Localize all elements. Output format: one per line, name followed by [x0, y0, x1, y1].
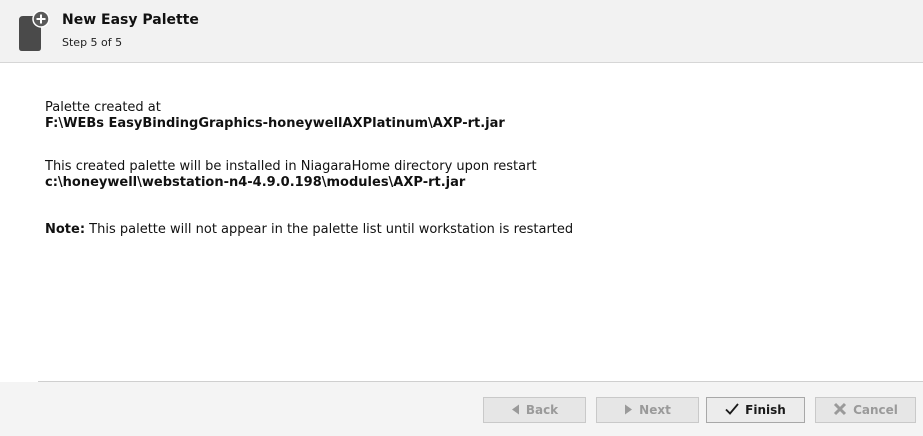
- restart-note: Note: This palette will not appear in th…: [45, 222, 905, 238]
- finish-button-label: Finish: [745, 403, 786, 417]
- finish-button[interactable]: Finish: [706, 397, 805, 423]
- install-label: This created palette will be installed i…: [45, 159, 537, 174]
- x-cancel-icon: [833, 402, 847, 418]
- wizard-footer: Back Next Finish Cancel: [0, 382, 923, 436]
- triangle-left-icon: [511, 404, 520, 417]
- note-text: This palette will not appear in the pale…: [85, 222, 574, 237]
- wizard-header: New Easy Palette Step 5 of 5: [0, 0, 923, 63]
- wizard-title: New Easy Palette: [62, 12, 199, 28]
- created-path: F:\WEBs EasyBindingGraphics-honeywellAXP…: [45, 116, 505, 131]
- next-button-label: Next: [639, 403, 671, 417]
- cancel-button-label: Cancel: [853, 403, 898, 417]
- triangle-right-icon: [624, 404, 633, 417]
- install-path: c:\honeywell\webstation-n4-4.9.0.198\mod…: [45, 175, 466, 190]
- wizard-content: Palette created at F:\WEBs EasyBindingGr…: [45, 100, 905, 238]
- wizard-dialog: New Easy Palette Step 5 of 5 Palette cre…: [0, 0, 923, 436]
- created-label: Palette created at: [45, 100, 161, 115]
- back-button-label: Back: [525, 403, 559, 417]
- palette-add-icon: [17, 10, 51, 52]
- back-button[interactable]: Back: [483, 397, 586, 423]
- wizard-step-indicator: Step 5 of 5: [62, 36, 123, 49]
- next-button[interactable]: Next: [596, 397, 699, 423]
- checkmark-icon: [725, 403, 739, 417]
- cancel-button[interactable]: Cancel: [815, 397, 916, 423]
- note-label: Note:: [45, 222, 86, 237]
